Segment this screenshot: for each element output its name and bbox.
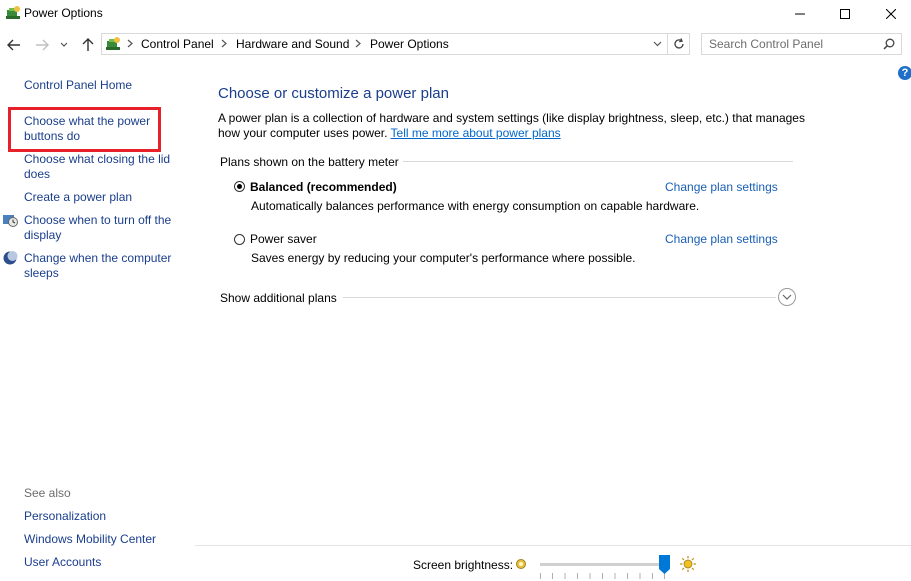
plan-name-balanced[interactable]: Balanced (recommended) xyxy=(250,180,397,194)
expand-button[interactable] xyxy=(778,288,796,306)
back-arrow-icon xyxy=(7,39,20,51)
control-panel-icon xyxy=(105,36,121,52)
chevron-down-icon xyxy=(782,294,792,300)
plan-name-power-saver[interactable]: Power saver xyxy=(250,232,317,246)
power-options-icon xyxy=(5,5,21,21)
chevron-right-icon xyxy=(127,39,133,48)
see-also-mobility-center[interactable]: Windows Mobility Center xyxy=(24,532,156,547)
radio-power-saver[interactable] xyxy=(234,234,245,245)
show-additional-plans[interactable]: Show additional plans xyxy=(220,291,337,305)
sidebar-control-panel-home[interactable]: Control Panel Home xyxy=(24,78,132,93)
page-description: A power plan is a collection of hardware… xyxy=(218,111,818,141)
search-input[interactable] xyxy=(709,37,874,51)
close-button[interactable] xyxy=(868,0,911,28)
address-dropdown-icon[interactable] xyxy=(653,41,662,47)
minimize-button[interactable] xyxy=(777,0,823,28)
sidebar-link-closing-lid[interactable]: Choose what closing the lid does xyxy=(24,152,174,182)
help-icon[interactable]: ? xyxy=(898,66,911,80)
close-icon xyxy=(886,9,896,19)
plan-desc-balanced: Automatically balances performance with … xyxy=(251,199,700,213)
sidebar-link-computer-sleeps[interactable]: Change when the computer sleeps xyxy=(24,251,179,281)
show-more-divider xyxy=(343,297,776,298)
forward-arrow-icon xyxy=(36,39,49,51)
maximize-button[interactable] xyxy=(822,0,868,28)
window-title: Power Options xyxy=(24,6,103,20)
recent-locations-button[interactable] xyxy=(58,36,70,54)
change-plan-settings-balanced[interactable]: Change plan settings xyxy=(665,180,778,194)
chevron-right-icon xyxy=(355,39,361,48)
forward-button[interactable] xyxy=(33,36,51,54)
search-box[interactable] xyxy=(701,33,902,55)
minimize-icon xyxy=(795,13,805,15)
sleep-moon-icon xyxy=(2,250,18,266)
maximize-icon xyxy=(840,9,850,19)
sidebar-link-turn-off-display[interactable]: Choose when to turn off the display xyxy=(24,213,179,243)
see-also-personalization[interactable]: Personalization xyxy=(24,509,106,524)
change-plan-settings-power-saver[interactable]: Change plan settings xyxy=(665,232,778,246)
refresh-button[interactable] xyxy=(668,33,690,55)
search-icon[interactable] xyxy=(883,38,895,50)
learn-more-link[interactable]: Tell me more about power plans xyxy=(391,126,561,140)
breadcrumb-hardware-and-sound[interactable]: Hardware and Sound xyxy=(236,37,349,51)
plans-group-label: Plans shown on the battery meter xyxy=(220,155,399,169)
brightness-slider-thumb[interactable] xyxy=(659,555,670,574)
brightness-low-icon xyxy=(516,559,526,569)
radio-balanced[interactable] xyxy=(234,181,245,192)
plan-desc-power-saver: Saves energy by reducing your computer's… xyxy=(251,251,636,265)
breadcrumb-control-panel[interactable]: Control Panel xyxy=(141,37,214,51)
page-title: Choose or customize a power plan xyxy=(218,85,449,102)
address-bar[interactable]: Control Panel Hardware and Sound Power O… xyxy=(101,33,668,55)
brightness-slider-ticks xyxy=(540,573,665,579)
up-arrow-icon xyxy=(82,38,94,51)
sidebar-link-power-buttons[interactable]: Choose what the power buttons do xyxy=(24,114,159,144)
sidebar-link-create-plan[interactable]: Create a power plan xyxy=(24,190,132,205)
brightness-high-icon xyxy=(680,556,696,572)
refresh-icon xyxy=(673,38,684,49)
brightness-label: Screen brightness: xyxy=(413,558,514,572)
footer-divider xyxy=(195,545,911,546)
see-also-user-accounts[interactable]: User Accounts xyxy=(24,555,101,570)
brightness-slider-track[interactable] xyxy=(540,563,665,566)
title-bar: Power Options xyxy=(0,0,911,28)
chevron-right-icon xyxy=(221,39,227,48)
up-button[interactable] xyxy=(79,36,97,54)
display-clock-icon xyxy=(2,212,18,228)
chevron-down-icon xyxy=(60,42,68,47)
see-also-label: See also xyxy=(24,486,71,500)
breadcrumb-power-options[interactable]: Power Options xyxy=(370,37,449,51)
back-button[interactable] xyxy=(5,36,23,54)
group-divider xyxy=(403,161,793,162)
